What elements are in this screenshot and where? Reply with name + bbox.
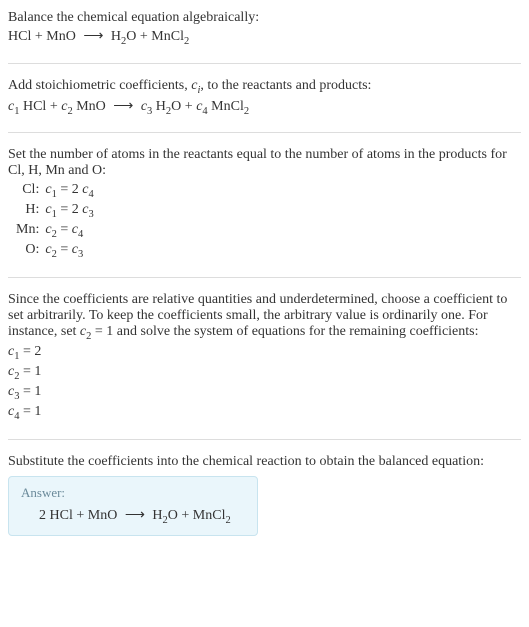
balance-equation: c2 = c4 — [45, 221, 99, 241]
table-row: H: c1 = 2 c3 — [14, 201, 100, 221]
balance-equation: c1 = 2 c3 — [45, 201, 99, 221]
list-item: c3 = 1 — [8, 383, 521, 403]
divider — [8, 439, 521, 440]
list-item: c2 = 1 — [8, 363, 521, 383]
species-mno: MnO — [88, 508, 118, 523]
list-item: c4 = 1 — [8, 403, 521, 423]
coefficient-solutions: c1 = 2 c2 = 1 c3 = 1 c4 = 1 — [8, 341, 521, 424]
species-mno: MnO — [46, 29, 76, 44]
plus-sign: + — [140, 29, 148, 44]
balance-equation: c2 = c3 — [45, 241, 99, 261]
divider — [8, 63, 521, 64]
list-item: c1 = 2 — [8, 343, 521, 363]
divider — [8, 277, 521, 278]
step-add-coefficients-text: Add stoichiometric coefficients, ci, to … — [8, 78, 521, 96]
element-label: O: — [14, 241, 45, 261]
answer-box: Answer: 2 HCl + MnO ⟶ H2O + MnCl2 — [8, 476, 258, 537]
plus-sign: + — [76, 508, 84, 523]
plus-sign: + — [181, 508, 189, 523]
species-h2o: H2O — [152, 508, 178, 523]
species-h2o: H2O — [111, 29, 137, 44]
arrow-icon: ⟶ — [79, 29, 107, 44]
species-mncl2: MnCl2 — [193, 508, 231, 523]
table-row: O: c2 = c3 — [14, 241, 100, 261]
plus-sign: + — [185, 99, 193, 114]
species-hcl: HCl — [8, 29, 31, 44]
element-label: H: — [14, 201, 45, 221]
balanced-equation: 2 HCl + MnO ⟶ H2O + MnCl2 — [21, 505, 245, 528]
divider — [8, 132, 521, 133]
plus-sign: + — [50, 99, 58, 114]
unbalanced-equation: HCl + MnO ⟶ H2O + MnCl2 — [8, 26, 521, 49]
equation-with-coefficients: c1 HCl + c2 MnO ⟶ c3 H2O + c4 MnCl2 — [8, 96, 521, 119]
arrow-icon: ⟶ — [121, 508, 149, 523]
species-hcl: 2 HCl — [39, 508, 73, 523]
element-label: Cl: — [14, 181, 45, 201]
balance-equation: c1 = 2 c4 — [45, 181, 99, 201]
table-row: Mn: c2 = c4 — [14, 221, 100, 241]
step-atom-balance-text: Set the number of atoms in the reactants… — [8, 147, 521, 179]
atom-balance-table: Cl: c1 = 2 c4 H: c1 = 2 c3 Mn: c2 = c4 O… — [14, 181, 100, 260]
table-row: Cl: c1 = 2 c4 — [14, 181, 100, 201]
answer-label: Answer: — [21, 485, 245, 501]
step-substitute-text: Substitute the coefficients into the che… — [8, 454, 521, 470]
species-mncl2: MnCl2 — [151, 29, 189, 44]
page-title: Balance the chemical equation algebraica… — [8, 10, 521, 26]
element-label: Mn: — [14, 221, 45, 241]
plus-sign: + — [35, 29, 43, 44]
step-solve-text: Since the coefficients are relative quan… — [8, 292, 521, 342]
arrow-icon: ⟶ — [109, 99, 137, 114]
